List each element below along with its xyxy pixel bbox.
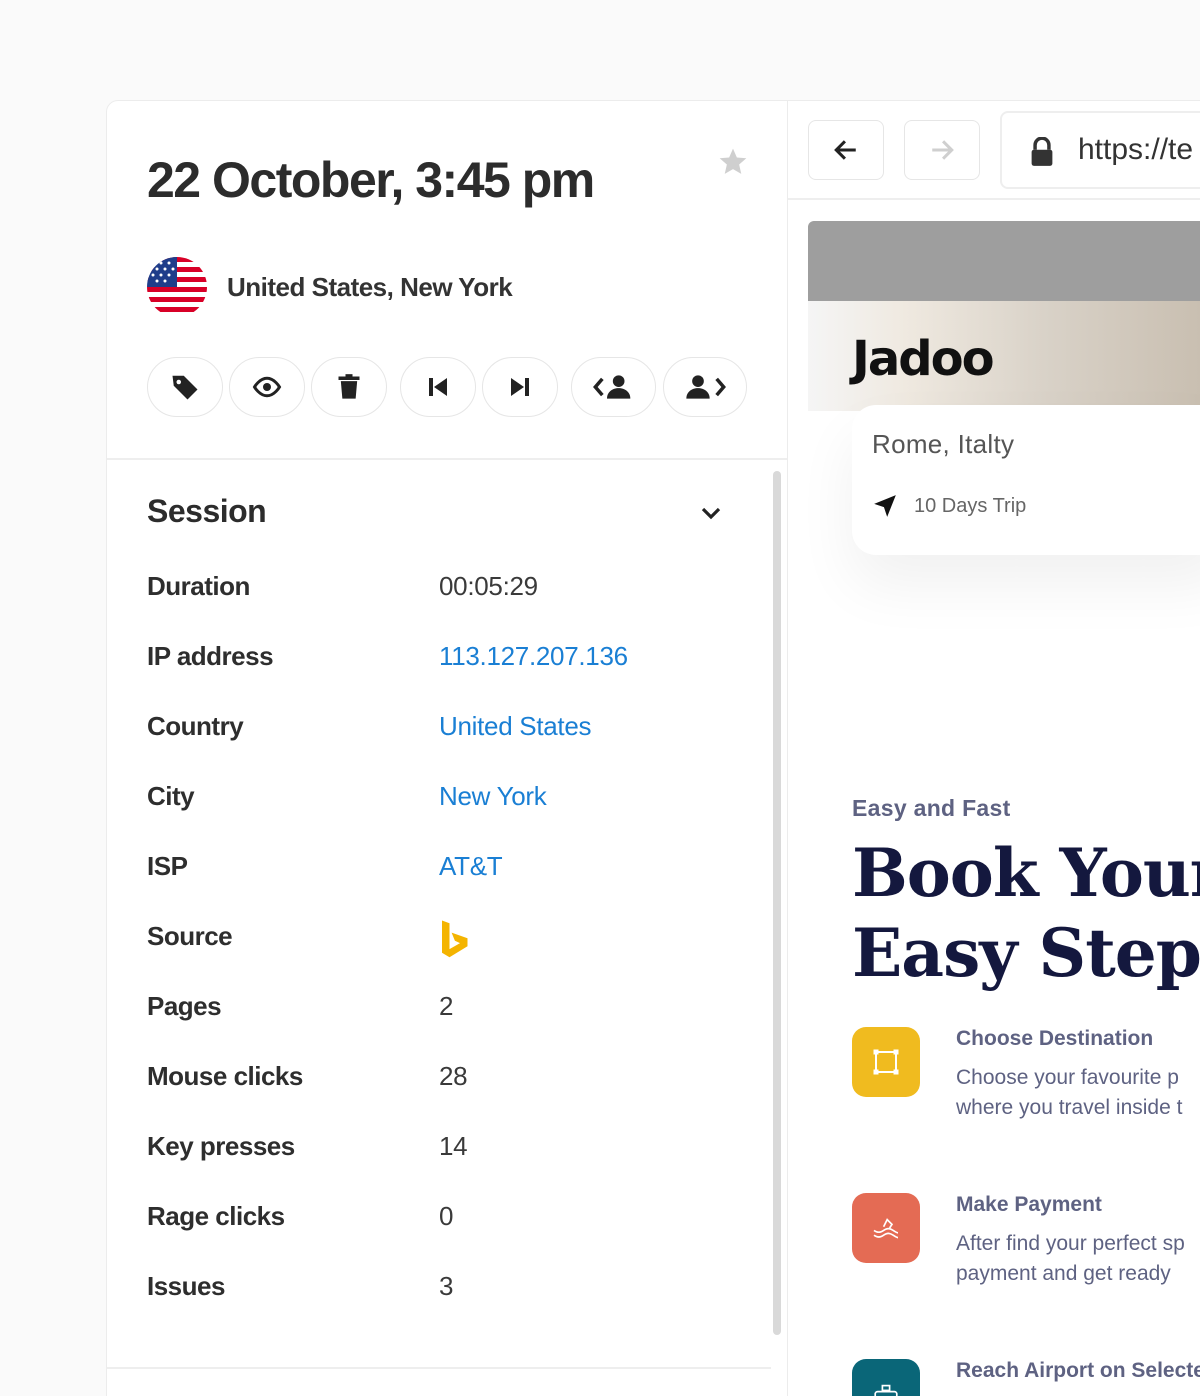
detail-label: Mouse clicks [147,1061,303,1091]
section-eyebrow: Easy and Fast [852,795,1011,821]
detail-value: 0 [439,1201,454,1231]
previous-user-button[interactable] [571,357,656,417]
step-description-line: After find your perfect sp [956,1232,1185,1255]
detail-row-city: City New York [147,781,747,851]
section-headline: Book Your Easy Steps [852,833,1200,993]
headline-line: Easy Steps [852,914,1200,992]
city-link[interactable]: New York [439,781,547,812]
divider [107,1367,771,1369]
detail-row-key-presses: Key presses 14 [147,1131,747,1201]
detail-row-duration: Duration 00:05:29 [147,571,747,641]
headline-line: Book Your [852,834,1200,912]
session-details: Duration 00:05:29 IP address 113.127.207… [147,571,747,1341]
detail-label: Key presses [147,1131,295,1161]
detail-label: Issues [147,1271,225,1301]
section-title: Session [147,493,267,529]
chevron-down-icon[interactable] [697,501,725,525]
detail-value: 14 [439,1131,468,1161]
step-description-line: where you travel inside t [956,1096,1183,1119]
arrow-left-icon [834,140,856,160]
detail-label: City [147,781,195,811]
destination-card: Rome, Italty 10 Days Trip [852,405,1200,555]
step-title: Choose Destination [956,1027,1154,1050]
country-link[interactable]: United States [439,711,592,742]
arrow-right-icon [932,140,954,160]
detail-row-rage-clicks: Rage clicks 0 [147,1201,747,1271]
session-timestamp: 22 October, 3:45 pm [147,152,595,208]
step-description-line: payment and get ready [956,1262,1171,1285]
payment-icon [852,1193,920,1263]
divider [107,458,787,460]
session-replay-browser: https://te Jadoo Rome, Italty 10 Days Tr… [788,100,1200,1396]
detail-label: Source [147,921,233,951]
trash-icon [338,374,360,399]
navigation-arrow-icon [874,495,896,517]
next-user-icon [686,375,726,399]
step-title: Make Payment [956,1193,1102,1216]
detail-label: Rage clicks [147,1201,285,1231]
detail-row-country: Country United States [147,711,747,781]
skip-back-icon [429,378,447,396]
step-title: Reach Airport on Selecte [956,1359,1200,1382]
detail-row-pages: Pages 2 [147,991,747,1061]
detail-label: Duration [147,571,250,601]
tag-icon [172,375,198,400]
detail-value: 2 [439,991,454,1021]
detail-label: Country [147,711,244,741]
detail-label: ISP [147,851,188,881]
source-value [439,920,475,968]
previous-user-icon [592,375,630,399]
site-logo: Jadoo [852,331,995,387]
previous-session-button[interactable] [400,357,476,417]
detail-value: 00:05:29 [439,571,538,601]
next-session-button[interactable] [482,357,558,417]
lock-icon [1031,137,1053,166]
back-button[interactable] [808,120,884,180]
skip-forward-icon [511,378,529,396]
card-subtitle: 10 Days Trip [914,495,1027,517]
detail-label: IP address [147,641,274,671]
delete-button[interactable] [311,357,387,417]
isp-link[interactable]: AT&T [439,851,503,882]
url-text: https://te [1078,133,1194,166]
detail-row-ip: IP address 113.127.207.136 [147,641,747,711]
card-title: Rome, Italty [872,429,1015,459]
star-icon[interactable] [717,146,749,178]
detail-row-source: Source [147,920,747,991]
taxi-icon [852,1359,920,1396]
step-description: Choose your favourite p where you travel… [956,1063,1200,1123]
forward-button[interactable] [904,120,980,180]
detail-label: Pages [147,991,222,1021]
bing-icon [442,920,468,958]
detail-value: 3 [439,1271,454,1301]
detail-row-mouse-clicks: Mouse clicks 28 [147,1061,747,1131]
address-bar[interactable]: https://te [1000,111,1200,189]
us-flag-icon [147,257,207,317]
location: United States, New York [147,257,513,317]
browser-toolbar: https://te [788,101,1200,200]
step-description-line: Choose your favourite p [956,1066,1179,1089]
step-description: After find your perfect sp payment and g… [956,1229,1200,1289]
detail-row-isp: ISP AT&T [147,851,747,921]
location-text: United States, New York [227,271,513,302]
session-panel: 22 October, 3:45 pm United States, New Y… [106,100,788,1396]
eye-icon [252,376,282,398]
detail-row-issues: Issues 3 [147,1271,747,1341]
replay-viewport: Jadoo Rome, Italty 10 Days Trip Easy and… [808,221,1200,1396]
replay-header-bar [808,221,1200,301]
ip-link[interactable]: 113.127.207.136 [439,641,628,672]
view-button[interactable] [229,357,305,417]
next-user-button[interactable] [663,357,747,417]
tag-button[interactable] [147,357,223,417]
detail-value: 28 [439,1061,468,1091]
destination-icon [852,1027,920,1097]
scrollbar[interactable] [773,471,781,1335]
